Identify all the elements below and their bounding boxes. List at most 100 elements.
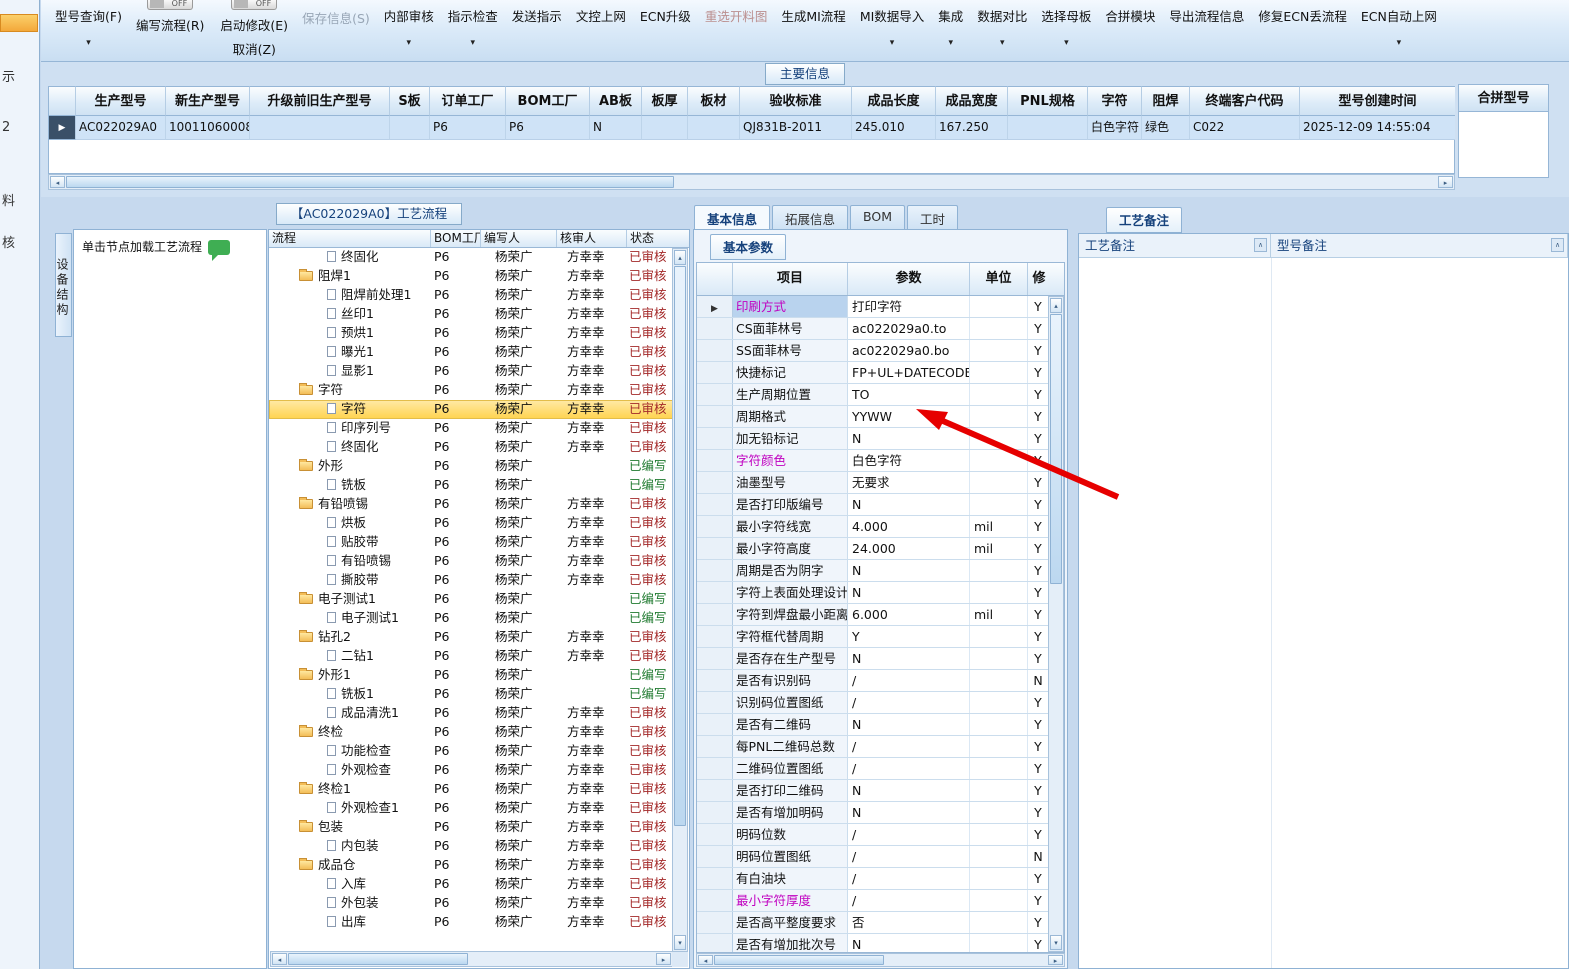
parameter-row[interactable]: ▶ 周期格式 YYWW Y [697,406,1048,428]
column-header-process-remarks[interactable]: 工艺备注 ∧ [1079,234,1271,257]
parameter-row[interactable]: ▶ 快捷标记 FP+UL+DATECODE Y [697,362,1048,384]
parameter-row[interactable]: ▶ 是否打印二维码 N Y [697,780,1048,802]
process-tree-row[interactable]: 外形1 P6 杨荣广 已编写 [269,666,673,685]
scroll-up-icon[interactable]: ∧ [1254,238,1267,252]
params-hscrollbar[interactable]: ◂ ▸ [696,953,1065,967]
parameter-value[interactable]: YYWW [848,406,970,427]
process-tree-row[interactable]: 外观检查 P6 杨荣广 方幸幸 已审核 [269,761,673,780]
merge-model-header[interactable]: 合拼型号 [1458,84,1549,112]
parameter-row[interactable]: ▶ 明码位数 / Y [697,824,1048,846]
parameter-row[interactable]: ▶ 识别码位置图纸 / Y [697,692,1048,714]
parameter-value[interactable]: / [848,692,970,713]
process-tree-row[interactable]: 内包装 P6 杨荣广 方幸幸 已审核 [269,837,673,856]
process-tree-row[interactable]: 功能检查 P6 杨荣广 方幸幸 已审核 [269,742,673,761]
start-modify-toggle[interactable]: OFF [231,0,278,10]
parameter-value[interactable]: FP+UL+DATECODE [848,362,970,383]
process-tree-row[interactable]: 外形 P6 杨荣广 已编写 [269,457,673,476]
toolbar-button[interactable]: 指示检查 ▾ [448,6,498,48]
detail-tab[interactable]: 拓展信息 [772,205,849,229]
main-info-column-header[interactable]: 成品宽度 [936,86,1008,116]
parameter-value[interactable]: 无要求 [848,472,970,493]
main-info-column-header[interactable]: 字符 [1088,86,1142,116]
parameter-row[interactable]: ▶ 是否有增加批次号 N Y [697,934,1048,952]
process-tree-row[interactable]: 丝印1 P6 杨荣广 方幸幸 已审核 [269,305,673,324]
parameter-value[interactable]: N [848,714,970,735]
column-header-unit[interactable]: 单位 [970,263,1028,295]
scroll-right-icon[interactable]: ▸ [1438,176,1453,188]
parameter-row[interactable]: ▶ 是否存在生产型号 N Y [697,648,1048,670]
parameter-value[interactable]: ac022029a0.bo [848,340,970,361]
process-tree-row[interactable]: 电子测试1 P6 杨荣广 已编写 [269,590,673,609]
parameter-value[interactable]: / [848,868,970,889]
column-header-writer[interactable]: 编写人 [481,230,557,247]
main-info-hscrollbar[interactable]: ◂ ▸ [48,174,1455,190]
parameter-value[interactable]: Y [848,626,970,647]
process-tree-row[interactable]: 包装 P6 杨荣广 方幸幸 已审核 [269,818,673,837]
toolbar-button[interactable]: 集成 ▾ [938,6,963,48]
process-tree-row[interactable]: 铣板 P6 杨荣广 已编写 [269,476,673,495]
dropdown-arrow-icon[interactable]: ▾ [1397,39,1402,48]
scrollbar-thumb[interactable] [1050,314,1062,584]
process-tree-row[interactable]: 显影1 P6 杨荣广 方幸幸 已审核 [269,362,673,381]
parameter-value[interactable]: / [848,890,970,911]
process-tree-row[interactable]: 成品仓 P6 杨荣广 方幸幸 已审核 [269,856,673,875]
parameter-row[interactable]: ▶ 印刷方式 打印字符 Y [697,296,1048,318]
scroll-left-icon[interactable]: ◂ [50,176,65,188]
parameter-row[interactable]: ▶ 字符框代替周期 Y Y [697,626,1048,648]
parameter-value[interactable]: ac022029a0.to [848,318,970,339]
toolbar-button[interactable]: 内部审核 ▾ [384,6,434,48]
parameter-row[interactable]: ▶ 是否有二维码 N Y [697,714,1048,736]
scroll-right-icon[interactable]: ▸ [1048,955,1063,965]
main-info-column-header[interactable]: 板厚 [642,86,688,116]
column-header-auditor[interactable]: 核审人 [557,230,627,247]
column-header-status[interactable]: 状态 [627,230,671,247]
params-vscrollbar[interactable]: ▴ ▾ [1048,296,1064,952]
process-tree-row[interactable]: 终检 P6 杨荣广 方幸幸 已审核 [269,723,673,742]
process-tree-row[interactable]: 入库 P6 杨荣广 方幸幸 已审核 [269,875,673,894]
parameter-row[interactable]: ▶ 最小字符线宽 4.000 mil Y [697,516,1048,538]
parameter-value[interactable]: / [848,824,970,845]
parameter-value[interactable]: 24.000 [848,538,970,559]
process-tree-row[interactable]: 字符 P6 杨荣广 方幸幸 已审核 [269,400,673,419]
start-modify-button[interactable]: 启动修改(E) [220,15,288,34]
process-tree-row[interactable]: 有铅喷锡 P6 杨荣广 方幸幸 已审核 [269,495,673,514]
parameter-value[interactable]: / [848,670,970,691]
parameter-row[interactable]: ▶ 最小字符高度 24.000 mil Y [697,538,1048,560]
process-tree-row[interactable]: 阻焊前处理1 P6 杨荣广 方幸幸 已审核 [269,286,673,305]
process-tree-row[interactable]: 预烘1 P6 杨荣广 方幸幸 已审核 [269,324,673,343]
process-tree-row[interactable]: 二钻1 P6 杨荣广 方幸幸 已审核 [269,647,673,666]
parameter-value[interactable]: N [848,934,970,952]
write-flow-button[interactable]: 编写流程(R) [136,15,204,34]
main-info-column-header[interactable]: 阻焊 [1142,86,1190,116]
scroll-up-icon[interactable]: ∧ [1551,238,1564,252]
parameter-row[interactable]: ▶ CS面菲林号 ac022029a0.to Y [697,318,1048,340]
parameter-value[interactable]: 打印字符 [848,296,970,317]
parameter-row[interactable]: ▶ 是否高平整度要求 否 Y [697,912,1048,934]
parameter-value[interactable]: / [848,846,970,867]
main-info-column-header[interactable]: BOM工厂 [506,86,590,116]
scroll-left-icon[interactable]: ◂ [272,953,287,965]
toolbar-button[interactable]: 生成MI流程 ▾ [781,6,845,47]
scroll-up-icon[interactable]: ▴ [1050,298,1062,313]
process-tree-row[interactable]: 有铅喷锡 P6 杨荣广 方幸幸 已审核 [269,552,673,571]
parameter-value[interactable]: N [848,560,970,581]
process-tree-row[interactable]: 字符 P6 杨荣广 方幸幸 已审核 [269,381,673,400]
dropdown-arrow-icon[interactable]: ▾ [407,39,412,48]
parameter-value[interactable]: N [848,780,970,801]
column-header-modify[interactable]: 修 [1028,263,1050,295]
detail-tab[interactable]: 基本信息 [694,205,771,229]
parameter-row[interactable]: ▶ 油墨型号 无要求 Y [697,472,1048,494]
parameter-value[interactable]: N [848,428,970,449]
main-info-column-header[interactable]: 新生产型号 [166,86,250,116]
left-rail-active-item[interactable] [0,14,38,32]
dropdown-arrow-icon[interactable]: ▾ [1064,39,1069,48]
parameter-value[interactable]: 白色字符 [848,450,970,471]
detail-tab[interactable]: 工时 [907,205,959,229]
parameter-row[interactable]: ▶ 明码位置图纸 / N [697,846,1048,868]
parameter-value[interactable]: / [848,736,970,757]
main-info-column-header[interactable]: 型号创建时间 [1300,86,1455,116]
process-tree-row[interactable]: 曝光1 P6 杨荣广 方幸幸 已审核 [269,343,673,362]
parameter-value[interactable]: N [848,494,970,515]
tree-hscrollbar[interactable]: ◂ ▸ [270,951,673,967]
process-tree-row[interactable]: 阻焊1 P6 杨荣广 方幸幸 已审核 [269,267,673,286]
